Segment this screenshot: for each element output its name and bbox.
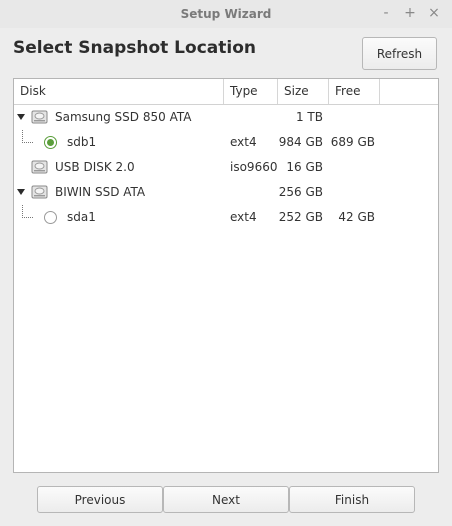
tree-row-disk[interactable]: BIWIN SSD ATA 256 GB xyxy=(14,180,438,205)
partition-type: ext4 xyxy=(230,210,257,224)
minimize-button[interactable]: - xyxy=(379,6,393,20)
column-header-size[interactable]: Size xyxy=(278,79,329,104)
column-header-type[interactable]: Type xyxy=(224,79,278,104)
title-bar: Setup Wizard - + × xyxy=(0,0,452,28)
partition-name: sdb1 xyxy=(67,135,97,149)
tree-line xyxy=(22,130,33,143)
hard-disk-icon xyxy=(31,160,48,174)
disk-name: Samsung SSD 850 ATA xyxy=(55,110,192,124)
column-header-free[interactable]: Free xyxy=(329,79,380,104)
disk-type: iso9660 xyxy=(230,160,278,174)
tree-line xyxy=(22,205,33,218)
tree-row-disk[interactable]: Samsung SSD 850 ATA 1 TB xyxy=(14,105,438,130)
disk-size: 1 TB xyxy=(295,110,323,124)
disk-free xyxy=(329,180,375,205)
tree-row-disk[interactable]: USB DISK 2.0 iso9660 16 GB xyxy=(14,155,438,180)
radio-dot xyxy=(47,139,54,146)
column-header-disk[interactable]: Disk xyxy=(14,79,224,104)
disk-free xyxy=(329,105,375,130)
expander-triangle-icon[interactable] xyxy=(17,114,25,120)
disk-size: 16 GB xyxy=(286,160,323,174)
disk-free xyxy=(329,155,375,180)
previous-button[interactable]: Previous xyxy=(37,486,163,513)
disk-name: USB DISK 2.0 xyxy=(55,160,135,174)
refresh-button[interactable]: Refresh xyxy=(362,37,437,70)
column-header-row: Disk Type Size Free xyxy=(14,79,438,105)
partition-size: 252 GB xyxy=(278,210,323,224)
disk-name: BIWIN SSD ATA xyxy=(55,185,146,199)
hard-disk-icon xyxy=(31,110,48,124)
radio-icon[interactable] xyxy=(44,211,57,224)
tree-row-partition[interactable]: sdb1 ext4 984 GB 689 GB xyxy=(14,130,438,155)
partition-size: 984 GB xyxy=(278,135,323,149)
maximize-button[interactable]: + xyxy=(403,6,417,20)
expander-triangle-icon[interactable] xyxy=(17,189,25,195)
radio-icon[interactable] xyxy=(44,136,57,149)
partition-free: 42 GB xyxy=(338,210,375,224)
disk-size: 256 GB xyxy=(278,185,323,199)
partition-free: 689 GB xyxy=(330,135,375,149)
page-title: Select Snapshot Location xyxy=(13,38,256,58)
tree-row-partition[interactable]: sda1 ext4 252 GB 42 GB xyxy=(14,205,438,230)
finish-button[interactable]: Finish xyxy=(289,486,415,513)
close-button[interactable]: × xyxy=(427,6,441,20)
next-button[interactable]: Next xyxy=(163,486,289,513)
disk-tree-view[interactable]: Disk Type Size Free Samsung SSD 850 ATA … xyxy=(13,78,439,473)
hard-disk-icon xyxy=(31,185,48,199)
partition-name: sda1 xyxy=(67,210,96,224)
partition-type: ext4 xyxy=(230,135,257,149)
